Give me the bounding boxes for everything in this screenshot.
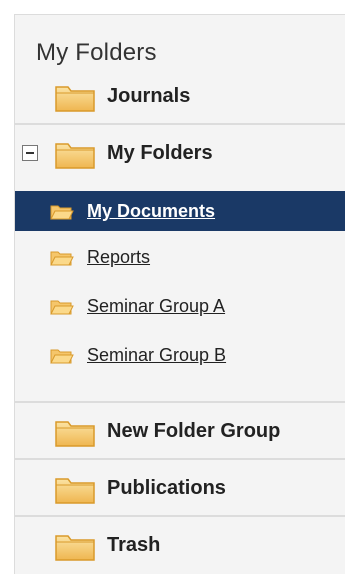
folder-group-label: Trash xyxy=(107,534,161,556)
divider xyxy=(15,123,345,125)
collapse-icon[interactable] xyxy=(22,145,38,161)
folder-group-label: Publications xyxy=(107,477,226,499)
panel-title: My Folders xyxy=(36,39,157,66)
folder-group-label: Journals xyxy=(107,85,191,107)
folder-open-icon xyxy=(50,349,74,364)
folder-open-icon xyxy=(50,251,74,266)
folder-group-journals[interactable]: Journals xyxy=(15,69,345,123)
divider xyxy=(15,515,345,517)
folder-item-label[interactable]: Seminar Group B xyxy=(87,345,226,366)
folder-item-my-documents[interactable]: My Documents xyxy=(15,191,345,231)
folder-item-label[interactable]: Reports xyxy=(87,247,150,268)
folder-open-icon xyxy=(50,300,74,315)
folder-icon xyxy=(55,143,95,169)
folder-icon xyxy=(55,535,95,561)
folder-group-label: My Folders xyxy=(107,142,213,164)
divider xyxy=(15,401,345,403)
folder-group-label: New Folder Group xyxy=(107,420,281,442)
folder-item-reports[interactable]: Reports xyxy=(15,237,345,277)
divider xyxy=(15,458,345,460)
folder-item-seminar-group-a[interactable]: Seminar Group A xyxy=(15,286,345,326)
folder-icon xyxy=(55,86,95,112)
folder-item-seminar-group-b[interactable]: Seminar Group B xyxy=(15,335,345,375)
folder-item-label[interactable]: My Documents xyxy=(87,201,215,222)
folder-group-new-folder-group[interactable]: New Folder Group xyxy=(15,404,345,458)
folder-item-label[interactable]: Seminar Group A xyxy=(87,296,225,317)
folder-open-icon xyxy=(50,205,74,220)
folder-group-trash[interactable]: Trash xyxy=(15,518,345,572)
folder-group-my-folders[interactable]: My Folders xyxy=(15,126,345,180)
folders-panel: My Folders Journals My Folders My Docume… xyxy=(14,14,345,574)
folder-icon xyxy=(55,421,95,447)
folder-group-publications[interactable]: Publications xyxy=(15,461,345,515)
folder-icon xyxy=(55,478,95,504)
